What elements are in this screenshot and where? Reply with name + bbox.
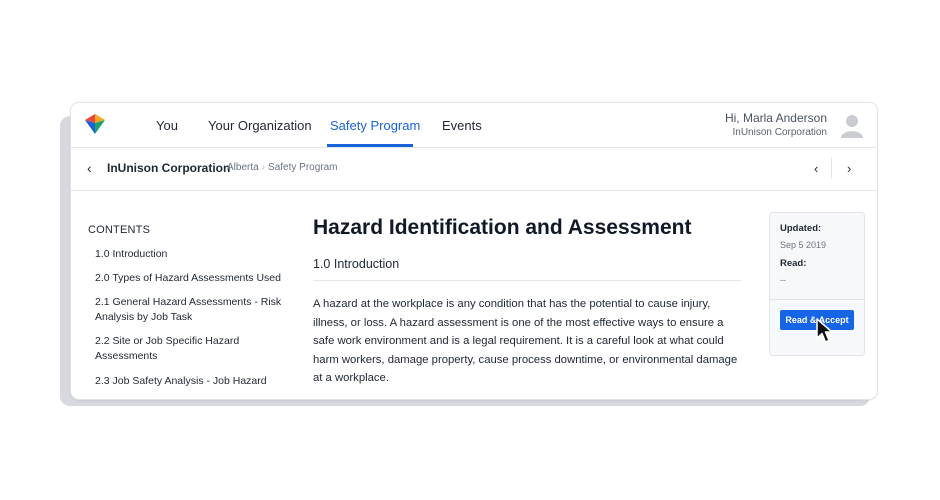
nav-safety-program[interactable]: Safety Program: [330, 118, 420, 133]
nav-events[interactable]: Events: [442, 118, 482, 133]
breadcrumb-root[interactable]: InUnison Corporation: [107, 161, 230, 175]
breadcrumb: Alberta › Safety Program: [227, 162, 338, 173]
breadcrumb-bar: ‹ InUnison Corporation Alberta › Safety Pr…: [71, 147, 877, 191]
logo-icon[interactable]: [83, 112, 107, 136]
nav-you[interactable]: You: [156, 118, 178, 133]
updated-date: Sep 5 2019: [780, 240, 827, 250]
next-page-icon[interactable]: ›: [847, 161, 851, 176]
toc-item[interactable]: 2.0 Types of Hazard Assessments Used: [95, 271, 295, 286]
body-paragraph: A hazard at the workplace is any conditi…: [313, 298, 738, 384]
greeting-text: Hi, Marla Anderson: [724, 111, 827, 125]
mouse-pointer-icon: [816, 318, 833, 343]
updated-label: Updated:: [780, 223, 822, 234]
section-heading: 1.0 Introduction: [313, 257, 400, 271]
contents-heading: CONTENTS: [88, 224, 151, 236]
app-window: You Your Organization Safety Program Eve…: [70, 102, 878, 400]
user-greeting[interactable]: Hi, Marla Anderson InUnison Corporation: [725, 111, 827, 138]
toc-item[interactable]: 2.2 Site or Job Specific Hazard Assessme…: [95, 334, 295, 364]
toc-item[interactable]: 2.3 Job Safety Analysis - Job Hazard: [95, 374, 295, 389]
read-label: Read:: [780, 258, 807, 269]
read-value: --: [780, 275, 786, 285]
user-avatar-icon[interactable]: [839, 112, 865, 138]
top-nav: You Your Organization Safety Program Eve…: [71, 103, 877, 148]
page-title: Hazard Identification and Assessment: [313, 216, 692, 239]
toc-item[interactable]: 1.0 Introduction: [95, 247, 295, 262]
previous-page-icon[interactable]: ‹: [814, 161, 818, 176]
info-divider: [770, 299, 864, 300]
toc-item[interactable]: 2.1 General Hazard Assessments - Risk An…: [95, 295, 295, 325]
breadcrumb-item-safety-program[interactable]: Safety Program: [268, 162, 337, 173]
pager-divider: [831, 157, 832, 179]
back-chevron-icon[interactable]: ‹: [87, 160, 92, 176]
breadcrumb-item-alberta[interactable]: Alberta: [227, 162, 259, 173]
breadcrumb-separator: ›: [261, 162, 266, 173]
organization-name: InUnison Corporation: [732, 127, 828, 138]
nav-your-organization[interactable]: Your Organization: [208, 118, 312, 133]
section-divider: [313, 280, 741, 281]
